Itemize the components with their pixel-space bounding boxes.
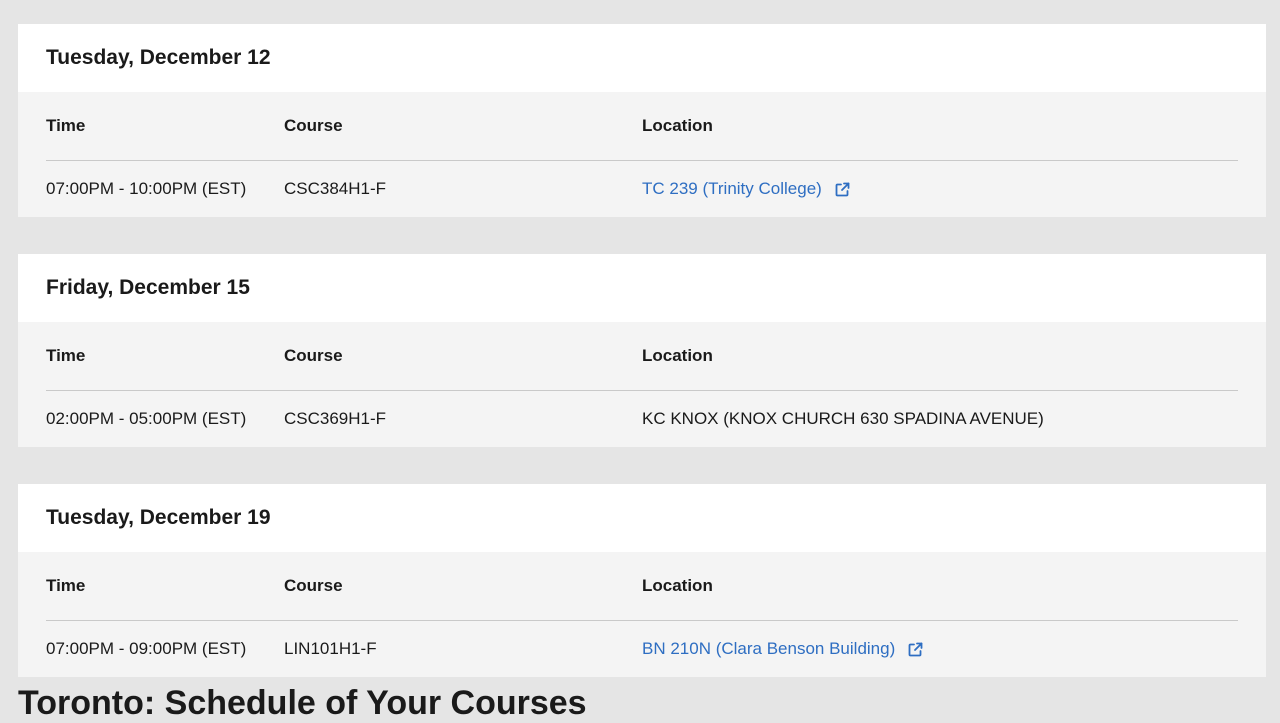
exam-date: Friday, December 15 — [46, 276, 250, 299]
location-link[interactable]: BN 210N (Clara Benson Building) — [642, 639, 924, 659]
exam-table: Time Course Location 07:00PM - 09:00PM (… — [46, 552, 1238, 677]
location-link-label: BN 210N (Clara Benson Building) — [642, 639, 896, 658]
exam-card: Tuesday, December 12 Time Course Locatio… — [18, 24, 1266, 217]
exam-time: 07:00PM - 09:00PM (EST) — [46, 639, 247, 658]
exam-course: CSC369H1-F — [284, 409, 387, 428]
exam-course: CSC384H1-F — [284, 179, 387, 198]
location-text: KC KNOX (KNOX CHURCH 630 SPADINA AVENUE) — [642, 409, 1044, 428]
external-link-icon[interactable] — [834, 181, 851, 198]
section-heading: Toronto: Schedule of Your Courses — [18, 684, 587, 722]
table-header-row: Time Course Location — [46, 552, 1238, 621]
column-header-location: Location — [642, 346, 713, 365]
exam-date: Tuesday, December 12 — [46, 46, 271, 69]
exam-card: Tuesday, December 19 Time Course Locatio… — [18, 484, 1266, 677]
location-link[interactable]: TC 239 (Trinity College) — [642, 179, 851, 199]
location-link-label: TC 239 (Trinity College) — [642, 179, 822, 198]
column-header-time: Time — [46, 116, 86, 135]
location-cell: TC 239 (Trinity College) — [642, 179, 1238, 199]
exam-card: Friday, December 15 Time Course Location… — [18, 254, 1266, 447]
exam-time: 02:00PM - 05:00PM (EST) — [46, 409, 247, 428]
table-header-row: Time Course Location — [46, 322, 1238, 391]
exam-table: Time Course Location 07:00PM - 10:00PM (… — [46, 92, 1238, 217]
column-header-time: Time — [46, 576, 86, 595]
location-cell: BN 210N (Clara Benson Building) — [642, 639, 1238, 659]
exam-table: Time Course Location 02:00PM - 05:00PM (… — [46, 322, 1238, 447]
column-header-course: Course — [284, 346, 343, 365]
exam-card-header: Tuesday, December 12 — [18, 24, 1266, 92]
column-header-location: Location — [642, 116, 713, 135]
column-header-location: Location — [642, 576, 713, 595]
exam-card-header: Tuesday, December 19 — [18, 484, 1266, 552]
table-row: 07:00PM - 10:00PM (EST) CSC384H1-F TC 23… — [46, 161, 1238, 217]
table-row: 07:00PM - 09:00PM (EST) LIN101H1-F BN 21… — [46, 621, 1238, 677]
external-link-icon[interactable] — [907, 641, 924, 658]
column-header-course: Course — [284, 116, 343, 135]
table-header-row: Time Course Location — [46, 92, 1238, 161]
exam-course: LIN101H1-F — [284, 639, 377, 658]
exam-time: 07:00PM - 10:00PM (EST) — [46, 179, 247, 198]
table-row: 02:00PM - 05:00PM (EST) CSC369H1-F KC KN… — [46, 391, 1238, 447]
column-header-time: Time — [46, 346, 86, 365]
column-header-course: Course — [284, 576, 343, 595]
exam-card-header: Friday, December 15 — [18, 254, 1266, 322]
exam-date: Tuesday, December 19 — [46, 506, 271, 529]
